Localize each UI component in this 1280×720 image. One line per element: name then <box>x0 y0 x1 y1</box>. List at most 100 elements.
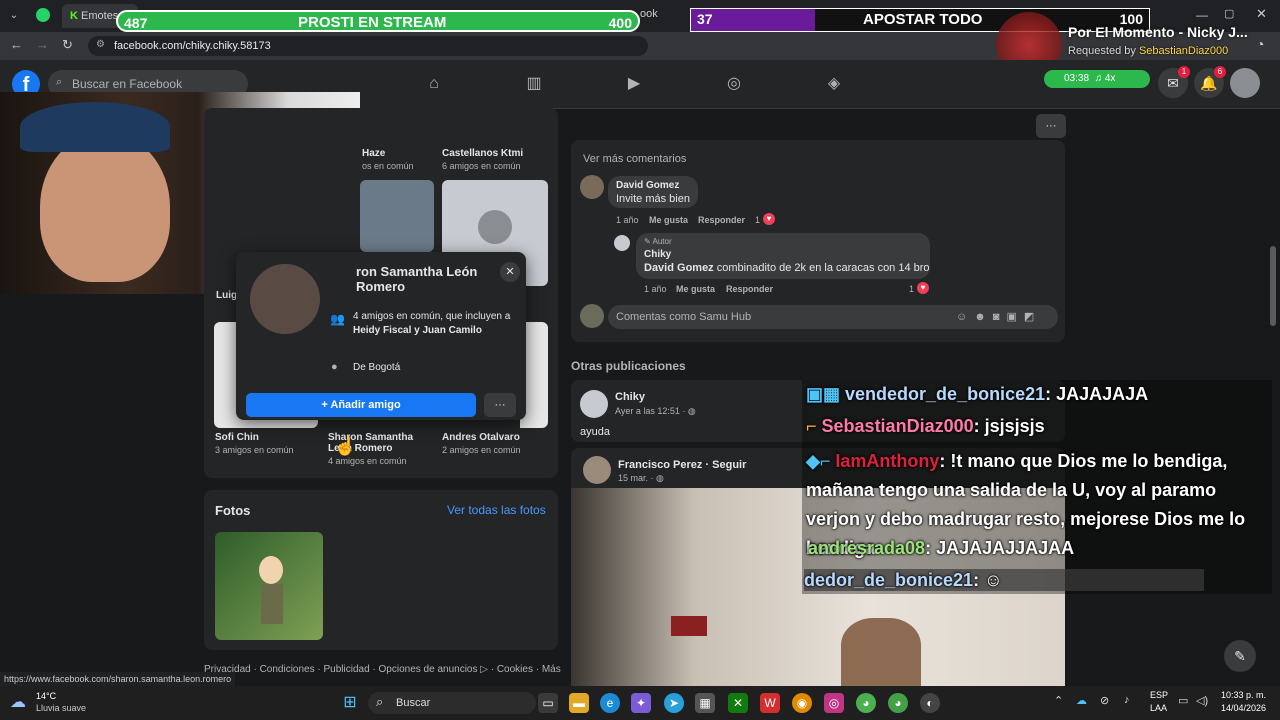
reply-like-button[interactable]: Me gusta <box>676 284 715 294</box>
hovercard-avatar[interactable] <box>250 264 320 334</box>
see-more-comments[interactable]: Ver más comentarios <box>583 153 686 165</box>
windows-start-icon[interactable]: ⊞ <box>340 693 360 713</box>
notifications-badge: 6 <box>1214 66 1226 78</box>
hovercard-close-icon[interactable]: ✕ <box>500 262 520 282</box>
instagram-icon[interactable]: ◎ <box>824 693 844 713</box>
reply-avatar[interactable] <box>614 235 630 251</box>
chat-user[interactable]: vendedor_de_bonice21 <box>845 384 1045 404</box>
tab-facebook-label[interactable]: ook <box>640 8 658 20</box>
chat-user[interactable]: dedor_de_bonice21 <box>804 570 973 590</box>
chrome-icon[interactable]: ◕ <box>856 693 876 713</box>
heart-reaction-icon[interactable]: ♥ <box>917 282 929 294</box>
page-scrollbar[interactable] <box>1270 246 1276 326</box>
obs-icon[interactable]: ◐ <box>920 693 940 713</box>
chat-text: : jsjsjsjs <box>973 416 1045 436</box>
winrar-icon[interactable]: W <box>760 693 780 713</box>
comment-reply-button[interactable]: Responder <box>698 215 745 225</box>
whatsapp-tab-icon[interactable] <box>36 8 50 22</box>
post-author-follow[interactable]: Francisco Perez · Seguir <box>618 459 746 471</box>
maximize-icon[interactable]: ▢ <box>1224 7 1234 20</box>
post-author[interactable]: Chiky <box>615 391 645 403</box>
chat-badge-icon: ⌐ <box>806 416 817 436</box>
taskbar-search[interactable]: Buscar <box>368 692 536 714</box>
microphone-icon[interactable]: ♪ <box>1124 694 1130 706</box>
reply-author[interactable]: Chiky <box>644 249 671 260</box>
chat-text: : JAJAJAJJAJAA <box>925 538 1075 558</box>
avatar[interactable] <box>1230 68 1260 98</box>
site-info-icon[interactable]: ⚙ <box>96 39 105 50</box>
weather-temp[interactable]: 14°C <box>36 691 56 701</box>
reload-icon[interactable]: ↻ <box>62 37 73 53</box>
url-field[interactable]: facebook.com/chiky.chiky.58173 <box>88 36 648 56</box>
post-avatar[interactable] <box>583 456 611 484</box>
new-message-icon[interactable]: ✎ <box>1224 640 1256 672</box>
comment-avatar[interactable] <box>580 175 604 199</box>
reply-reply-button[interactable]: Responder <box>726 284 773 294</box>
add-friend-button[interactable]: + Añadir amigo <box>246 393 476 417</box>
post-time[interactable]: 15 mar. · ◍ <box>618 473 664 484</box>
chat-user[interactable]: andresrada08 <box>808 538 925 558</box>
photo-thumbnail[interactable] <box>215 532 323 640</box>
cartoon-body <box>261 584 283 624</box>
post-options-button[interactable]: ··· <box>1036 114 1066 138</box>
reply-mention[interactable]: David Gomez <box>644 262 714 274</box>
xbox-icon[interactable]: ✕ <box>728 693 748 713</box>
wall-sign <box>671 616 707 636</box>
onedrive-icon[interactable]: ☁ <box>1076 694 1087 707</box>
task-view-icon[interactable]: ▭ <box>538 693 558 713</box>
hovercard-more-button[interactable]: ··· <box>484 393 516 417</box>
heart-reaction-icon[interactable]: ♥ <box>763 213 775 225</box>
stats-icon[interactable]: ▥ <box>523 73 545 95</box>
gaming-icon[interactable]: ◈ <box>823 73 845 95</box>
copilot-icon[interactable]: ✦ <box>631 693 651 713</box>
home-icon[interactable]: ⌂ <box>423 73 445 95</box>
chat-user[interactable]: SebastianDiaz000 <box>822 416 974 436</box>
volume-icon[interactable]: ◁) <box>1196 694 1208 707</box>
friend-photo[interactable] <box>360 180 434 252</box>
groups-icon[interactable]: ◎ <box>723 73 745 95</box>
chrome-profile-icon[interactable]: ◕ <box>888 693 908 713</box>
keyboard-layout[interactable]: LAA <box>1150 703 1167 713</box>
back-icon[interactable]: ← <box>10 37 23 52</box>
comment-tools-icons[interactable]: ☺☻◙▣◩ <box>956 310 1041 323</box>
comment-time[interactable]: 1 año <box>616 215 639 225</box>
song-title: Por El Momento - Nicky J... <box>1068 24 1248 40</box>
comment-reaction-count: 1 <box>755 215 761 225</box>
edge-icon[interactable]: e <box>600 693 620 713</box>
chat-user[interactable]: IamAnthony <box>835 451 939 471</box>
tab-menu-icon[interactable]: ⌄ <box>6 8 22 24</box>
profile-icon[interactable]: ◔ <box>1256 36 1264 52</box>
comment-like-button[interactable]: Me gusta <box>649 215 688 225</box>
hovercard-name[interactable]: ron Samantha León Romero <box>356 264 496 294</box>
see-all-photos-link[interactable]: Ver todas las fotos <box>447 503 546 517</box>
app-icon[interactable]: ◉ <box>792 693 812 713</box>
store-icon[interactable]: ▦ <box>695 693 715 713</box>
tray-chevron-icon[interactable]: ⌃ <box>1054 694 1063 707</box>
post-avatar[interactable] <box>580 390 608 418</box>
weather-icon[interactable]: ☁ <box>10 692 26 712</box>
clock-date[interactable]: 14/04/2026 <box>1218 703 1266 713</box>
video-icon[interactable]: ▶ <box>623 73 645 95</box>
clock-time[interactable]: 10:33 p. m. <box>1218 690 1266 700</box>
language-code[interactable]: ESP <box>1150 690 1168 700</box>
telegram-icon[interactable]: ➤ <box>664 693 684 713</box>
network-off-icon[interactable]: ⊘ <box>1100 694 1109 707</box>
friend-name-bottom-0[interactable]: Sofi Chin <box>215 432 259 443</box>
my-avatar[interactable] <box>580 304 604 328</box>
minimize-icon[interactable]: — <box>1196 8 1208 22</box>
friend-name-top-0[interactable]: Haze <box>362 148 385 159</box>
reply-time[interactable]: 1 año <box>644 284 667 294</box>
post-time[interactable]: Ayer a las 12:51 · ◍ <box>615 406 696 417</box>
weather-desc[interactable]: Lluvia suave <box>36 703 86 713</box>
forward-icon[interactable]: → <box>36 37 49 52</box>
friend-name-bottom-2[interactable]: Andres Otalvaro <box>442 432 520 443</box>
chat-emote-icon: ☺ <box>984 570 1003 590</box>
friend-name-top-1[interactable]: Castellanos Ktmi <box>442 148 523 159</box>
display-icon[interactable]: ▭ <box>1178 694 1188 707</box>
file-explorer-icon[interactable]: ▬ <box>569 693 589 713</box>
hovercard-mutual-names[interactable]: Heidy Fiscal y Juan Camilo <box>353 325 482 336</box>
close-window-icon[interactable]: ✕ <box>1256 6 1267 22</box>
photos-title: Fotos <box>215 503 251 518</box>
footer-links[interactable]: Privacidad · Condiciones · Publicidad · … <box>204 664 561 675</box>
comment-author[interactable]: David Gomez <box>616 180 679 191</box>
